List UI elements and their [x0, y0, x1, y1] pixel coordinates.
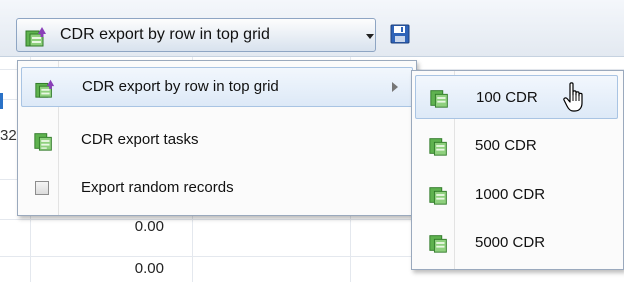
cdr-count-submenu: 100 CDR 500 CDR 1000 CDR 5000 CDR: [411, 70, 624, 270]
menu-item-cdr-export-tasks[interactable]: CDR export tasks: [21, 121, 413, 161]
export-icon: [428, 135, 450, 161]
submenu-item-label: 5000 CDR: [475, 234, 546, 251]
export-tasks-icon: [33, 130, 55, 156]
export-icon: [429, 87, 451, 113]
menu-item-label: CDR export tasks: [81, 131, 199, 148]
dropdown-label: CDR export by row in top grid: [60, 26, 270, 43]
menu-item-label: CDR export by row in top grid: [82, 78, 279, 95]
hand-cursor-icon: [563, 82, 589, 118]
grid-cell-value: 0.00: [134, 260, 164, 277]
submenu-item-500-cdr[interactable]: 500 CDR: [415, 124, 618, 168]
export-random-records-checkbox[interactable]: [35, 181, 49, 195]
export-icon: [34, 77, 56, 103]
submenu-item-label: 100 CDR: [476, 89, 538, 106]
submenu-item-5000-cdr[interactable]: 5000 CDR: [415, 221, 618, 265]
submenu-item-label: 1000 CDR: [475, 186, 546, 203]
export-icon: [428, 232, 450, 258]
row-marker: [0, 93, 3, 109]
cdr-export-dropdown-button[interactable]: CDR export by row in top grid: [16, 18, 376, 52]
menu-item-export-random-records[interactable]: Export random records: [21, 169, 413, 209]
submenu-item-label: 500 CDR: [475, 137, 537, 154]
grid-cell-value: 0.00: [134, 218, 164, 235]
export-menu: CDR export by row in top grid CDR export…: [17, 60, 417, 216]
chevron-right-icon: [392, 82, 398, 92]
save-icon[interactable]: [390, 24, 410, 48]
chevron-down-icon: [366, 34, 374, 39]
export-icon: [24, 24, 48, 52]
export-icon: [428, 184, 450, 210]
menu-item-cdr-export-by-row[interactable]: CDR export by row in top grid: [21, 67, 413, 107]
submenu-item-1000-cdr[interactable]: 1000 CDR: [415, 173, 618, 217]
menu-item-label: Export random records: [81, 179, 234, 196]
grid-cell-partial: 32: [0, 127, 17, 144]
